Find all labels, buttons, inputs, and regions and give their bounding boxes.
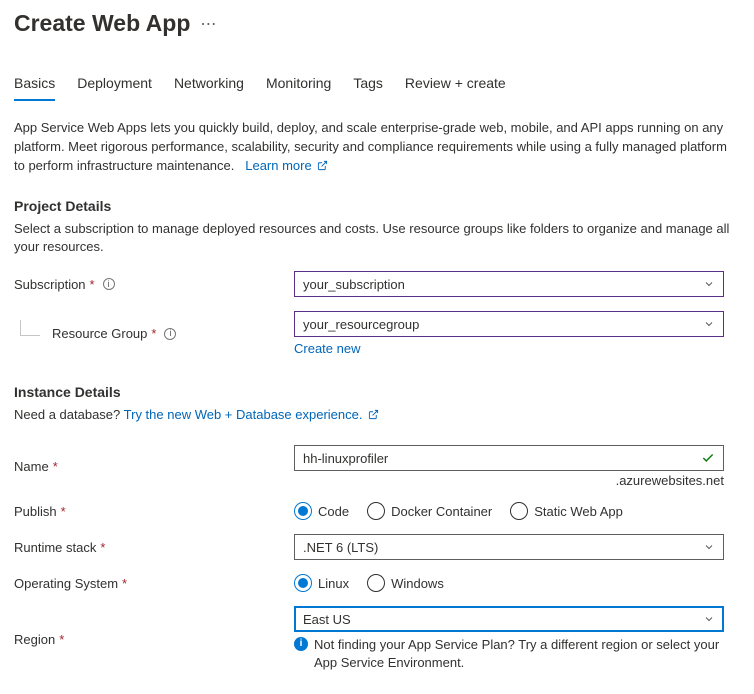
radio-docker-label: Docker Container	[391, 504, 492, 519]
region-value: East US	[303, 612, 351, 627]
required-icon: *	[53, 459, 58, 474]
learn-more-label: Learn more	[245, 158, 311, 173]
radio-icon	[294, 502, 312, 520]
more-actions-icon[interactable]: ⋯	[200, 14, 217, 34]
label-runtime: Runtime stack *	[14, 540, 294, 555]
radio-code[interactable]: Code	[294, 502, 349, 520]
check-icon	[701, 451, 715, 465]
chevron-down-icon	[703, 541, 715, 553]
required-icon: *	[100, 540, 105, 555]
name-input[interactable]: hh-linuxprofiler	[294, 445, 724, 471]
label-subscription: Subscription * i	[14, 277, 294, 292]
tab-monitoring[interactable]: Monitoring	[266, 75, 331, 101]
radio-linux-label: Linux	[318, 576, 349, 591]
create-new-rg-link[interactable]: Create new	[294, 341, 360, 356]
info-icon[interactable]: i	[103, 278, 115, 290]
project-details-desc: Select a subscription to manage deployed…	[14, 220, 740, 258]
db-prompt: Need a database? Try the new Web + Datab…	[14, 406, 740, 425]
tab-tags[interactable]: Tags	[353, 75, 383, 101]
info-blue-icon: i	[294, 637, 308, 651]
tab-review-create[interactable]: Review + create	[405, 75, 506, 101]
row-subscription: Subscription * i your_subscription	[14, 271, 740, 297]
tab-networking[interactable]: Networking	[174, 75, 244, 101]
tab-basics[interactable]: Basics	[14, 75, 55, 101]
os-radios: Linux Windows	[294, 574, 724, 592]
row-name: Name * hh-linuxprofiler .azurewebsites.n…	[14, 445, 740, 488]
intro-text: App Service Web Apps lets you quickly bu…	[14, 119, 740, 176]
label-publish: Publish *	[14, 504, 294, 519]
web-database-link[interactable]: Try the new Web + Database experience.	[124, 407, 379, 422]
info-icon[interactable]: i	[164, 328, 176, 340]
radio-windows-label: Windows	[391, 576, 444, 591]
label-publish-text: Publish	[14, 504, 57, 519]
resource-group-dropdown[interactable]: your_resourcegroup	[294, 311, 724, 337]
tabs: Basics Deployment Networking Monitoring …	[14, 75, 740, 101]
page-title: Create Web App ⋯	[14, 10, 740, 37]
radio-icon	[367, 502, 385, 520]
subscription-dropdown[interactable]: your_subscription	[294, 271, 724, 297]
label-name: Name *	[14, 459, 294, 474]
tree-indent-icon	[20, 320, 40, 336]
instance-details-heading: Instance Details	[14, 384, 740, 400]
tab-deployment[interactable]: Deployment	[77, 75, 152, 101]
required-icon: *	[90, 277, 95, 292]
page-title-text: Create Web App	[14, 10, 190, 37]
row-resource-group: Resource Group * i your_resourcegroup Cr…	[14, 311, 740, 356]
required-icon: *	[59, 632, 64, 647]
radio-icon	[510, 502, 528, 520]
region-hint-text: Not finding your App Service Plan? Try a…	[314, 636, 724, 672]
chevron-down-icon	[703, 613, 715, 625]
runtime-value: .NET 6 (LTS)	[303, 540, 378, 555]
external-link-icon	[317, 160, 328, 171]
region-dropdown[interactable]: East US	[294, 606, 724, 632]
radio-static-label: Static Web App	[534, 504, 623, 519]
web-database-link-text: Try the new Web + Database experience.	[124, 407, 363, 422]
learn-more-link[interactable]: Learn more	[245, 158, 328, 173]
radio-icon	[294, 574, 312, 592]
radio-docker[interactable]: Docker Container	[367, 502, 492, 520]
label-region: Region *	[14, 632, 294, 647]
row-os: Operating System * Linux Windows	[14, 574, 740, 592]
name-input-value: hh-linuxprofiler	[303, 451, 388, 466]
intro-body: App Service Web Apps lets you quickly bu…	[14, 120, 727, 173]
subscription-value: your_subscription	[303, 277, 405, 292]
label-subscription-text: Subscription	[14, 277, 86, 292]
radio-code-label: Code	[318, 504, 349, 519]
row-region: Region * East US i Not finding your App …	[14, 606, 740, 672]
chevron-down-icon	[703, 278, 715, 290]
label-runtime-text: Runtime stack	[14, 540, 96, 555]
label-os-text: Operating System	[14, 576, 118, 591]
radio-static[interactable]: Static Web App	[510, 502, 623, 520]
radio-icon	[367, 574, 385, 592]
required-icon: *	[151, 326, 156, 341]
db-prompt-text: Need a database?	[14, 407, 120, 422]
project-details-heading: Project Details	[14, 198, 740, 214]
external-link-icon	[368, 409, 379, 420]
label-region-text: Region	[14, 632, 55, 647]
required-icon: *	[61, 504, 66, 519]
radio-linux[interactable]: Linux	[294, 574, 349, 592]
required-icon: *	[122, 576, 127, 591]
resource-group-value: your_resourcegroup	[303, 317, 419, 332]
row-publish: Publish * Code Docker Container Static W…	[14, 502, 740, 520]
region-hint: i Not finding your App Service Plan? Try…	[294, 636, 724, 672]
publish-radios: Code Docker Container Static Web App	[294, 502, 724, 520]
row-runtime: Runtime stack * .NET 6 (LTS)	[14, 534, 740, 560]
label-name-text: Name	[14, 459, 49, 474]
runtime-dropdown[interactable]: .NET 6 (LTS)	[294, 534, 724, 560]
name-suffix: .azurewebsites.net	[294, 473, 724, 488]
label-resource-group: Resource Group * i	[14, 326, 294, 342]
chevron-down-icon	[703, 318, 715, 330]
label-os: Operating System *	[14, 576, 294, 591]
radio-windows[interactable]: Windows	[367, 574, 444, 592]
label-resource-group-text: Resource Group	[52, 326, 147, 341]
